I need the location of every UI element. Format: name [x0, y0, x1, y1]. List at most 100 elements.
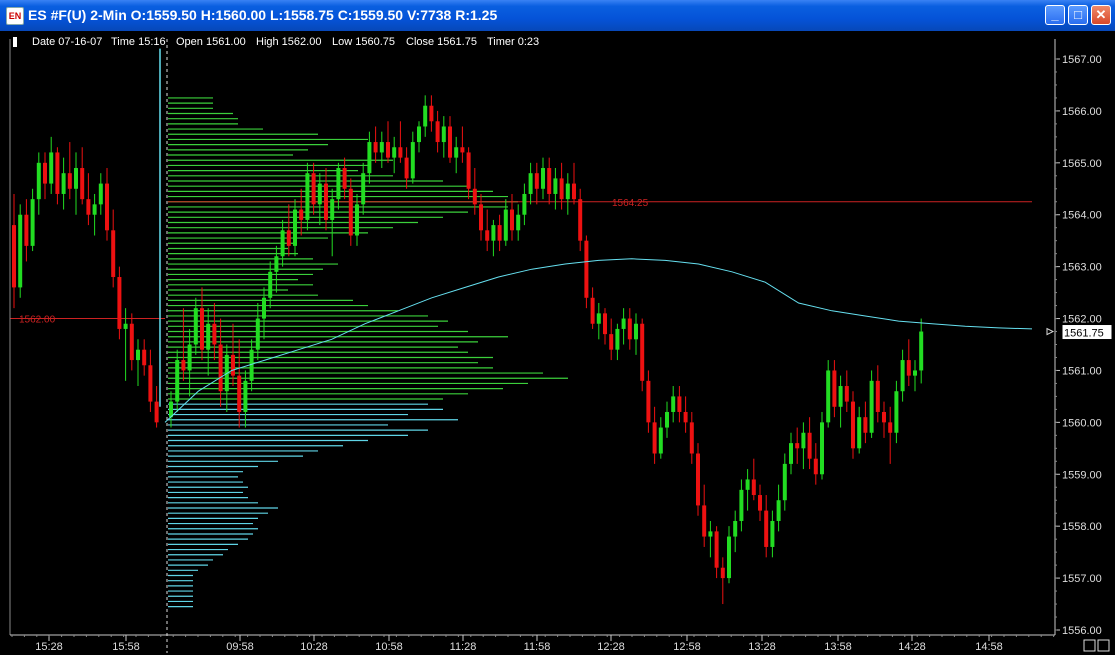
title-bar[interactable]: EN ES #F(U) 2-Min O:1559.50 H:1560.00 L:… [0, 0, 1115, 31]
candle-body [913, 370, 917, 376]
candle-body [30, 199, 35, 246]
candle-body [355, 204, 359, 236]
x-tick-label: 12:28 [597, 641, 625, 653]
candle-body [596, 313, 601, 324]
y-tick-label: 1565.00 [1062, 158, 1102, 170]
candle-body [857, 417, 862, 449]
candle-body [534, 173, 539, 189]
candle-body [702, 505, 707, 537]
scroll-box-icon [1083, 639, 1096, 652]
y-tick-label: 1566.00 [1062, 106, 1102, 118]
info-open: Open 1561.00 [176, 36, 246, 48]
info-marker-icon [13, 37, 17, 47]
candle-body [367, 142, 372, 174]
x-tick-label: 12:58 [673, 641, 701, 653]
candle-body [243, 380, 248, 412]
x-tick-label: 11:28 [450, 641, 477, 653]
candle-body [262, 297, 266, 319]
candle-body [454, 147, 459, 158]
candle-body [572, 183, 576, 200]
chart-app-icon[interactable]: EN [6, 7, 24, 25]
candle-body [733, 520, 738, 537]
candle-body [74, 168, 78, 189]
candle-body [441, 126, 446, 143]
candle-body [584, 240, 589, 298]
candle-body [274, 256, 279, 272]
candle-body [671, 396, 676, 412]
candle-body [869, 380, 874, 433]
candle-body [696, 453, 700, 506]
candle-body [142, 349, 147, 366]
candle-body [181, 360, 186, 371]
candle-body [200, 308, 204, 350]
candle-body [12, 225, 16, 288]
candle-body [764, 510, 769, 547]
candle-body [658, 427, 663, 454]
candle-body [770, 520, 775, 547]
candle-body [361, 173, 366, 205]
candle-body [80, 168, 85, 200]
candle-body [683, 411, 688, 423]
candle-body [516, 214, 521, 231]
candle-body [299, 209, 304, 220]
candle-body [61, 173, 66, 194]
candle-body [634, 323, 638, 340]
volume-profile [168, 97, 568, 608]
candle-body [448, 126, 452, 158]
candle-body [838, 386, 843, 407]
candle-body [789, 443, 793, 464]
candle-body [541, 168, 545, 189]
candle-body [720, 567, 725, 579]
candle-body [18, 214, 23, 288]
candle-body [900, 360, 905, 392]
candle-body [553, 178, 558, 194]
candle-body [154, 401, 159, 423]
candle-body [875, 380, 880, 412]
vwap-path [164, 258, 1033, 423]
candle-body [286, 230, 291, 246]
candle-body [187, 344, 192, 371]
candle-body [615, 328, 620, 350]
minimize-icon[interactable]: _ [1045, 5, 1065, 25]
candle-body [336, 168, 341, 200]
candle-body [906, 360, 911, 376]
candle-body [105, 183, 109, 231]
candle-body [528, 173, 533, 194]
candle-body [460, 147, 465, 153]
candle-body [429, 105, 434, 122]
candle-body [175, 360, 180, 402]
candle-body [117, 277, 122, 329]
y-tick-label: 1559.00 [1062, 469, 1102, 481]
y-tick-label: 1563.00 [1062, 262, 1102, 274]
candle-body [826, 370, 831, 423]
close-icon[interactable]: ✕ [1091, 5, 1111, 25]
candle-body [559, 178, 564, 200]
y-tick-label: 1561.00 [1062, 365, 1102, 377]
candle-body [342, 168, 347, 189]
candle-body [745, 479, 750, 490]
level-label-session: 1564.25 [612, 198, 649, 209]
candle-body [317, 183, 322, 205]
candlesticks [12, 48, 924, 605]
info-bar: Date 07-16-07 Time 15:16 Open 1561.00 Hi… [13, 36, 539, 48]
candle-body [36, 162, 41, 200]
maximize-icon[interactable]: □ [1068, 5, 1088, 25]
candle-body [148, 365, 153, 402]
last-price-label: 1561.75 [1064, 328, 1104, 340]
price-levels: 1562.00 1564.25 [10, 198, 1032, 326]
window-title: ES #F(U) 2-Min O:1559.50 H:1560.00 L:155… [28, 7, 498, 23]
candle-body [255, 318, 260, 350]
candle-body [727, 536, 731, 579]
candle-body [231, 354, 235, 376]
candle-body [609, 334, 614, 350]
price-chart[interactable]: 1562.00 1564.25 1567.00 1566.00 1565.00 1564… [0, 31, 1115, 655]
axes: 1567.00 1566.00 1565.00 1564.00 1563.00 1562.… [9, 39, 1113, 653]
candle-body [894, 391, 899, 433]
candle-body [510, 209, 514, 231]
candle-body [565, 183, 570, 200]
candle-body [640, 323, 645, 381]
candle-body [485, 230, 490, 241]
candle-body [807, 432, 812, 459]
candle-body [123, 323, 128, 329]
y-tick-label: 1562.00 [1062, 314, 1102, 326]
